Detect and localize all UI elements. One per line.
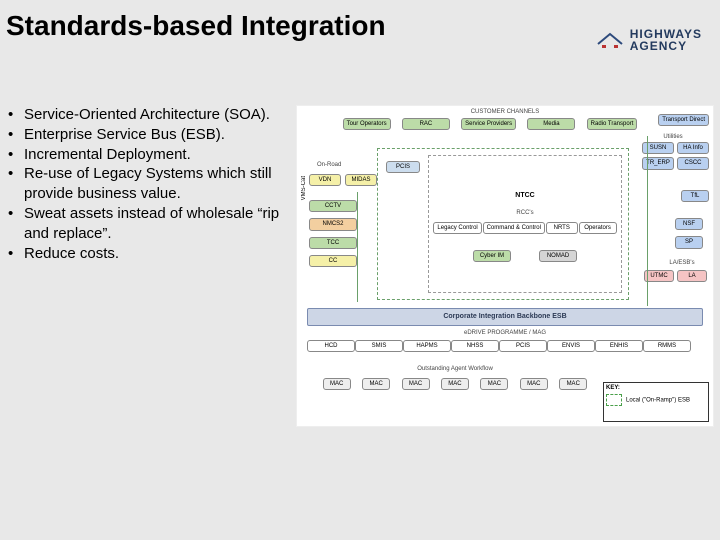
rcc-group: NTCC RCC's Legacy Control Command & Cont… xyxy=(428,155,622,293)
diagram-node: RMMS xyxy=(643,340,691,352)
diagram-node: MAC xyxy=(362,378,390,390)
diagram-node: Service Providers xyxy=(461,118,516,130)
lowest-label: Outstanding Agent Workflow xyxy=(297,366,613,372)
diagram-node: MAC xyxy=(323,378,351,390)
diagram-node: Radio Transport xyxy=(587,118,638,130)
diagram-node: RAC xyxy=(402,118,450,130)
diagram-node: LA xyxy=(677,270,707,282)
diagram-node: Operators xyxy=(579,222,617,234)
diagram-key: KEY: Local ("On-Ramp") ESB xyxy=(603,382,709,422)
dashed-box-icon xyxy=(606,394,622,406)
diagram-node: PCIS xyxy=(386,161,420,173)
logo-text: HIGHWAYS AGENCY xyxy=(630,28,702,52)
diagram-node: MAC xyxy=(402,378,430,390)
diagram-node: NOMAD xyxy=(539,250,577,262)
diagram-node: MAC xyxy=(520,378,548,390)
diagram-node: PCIS xyxy=(499,340,547,352)
diagram-node: Transport Direct xyxy=(658,114,709,126)
diagram-node: CC xyxy=(309,255,357,267)
connector-line xyxy=(647,136,648,306)
ntcc-group: PCIS NTCC RCC's Legacy Control Command &… xyxy=(377,148,629,300)
diagram-node: UTMC xyxy=(644,270,674,282)
ntcc-label: NTCC xyxy=(429,192,621,199)
connector-line xyxy=(357,192,358,302)
diagram-node: Media xyxy=(527,118,575,130)
list-item: Incremental Deployment. xyxy=(6,145,296,165)
list-item: Enterprise Service Bus (ESB). xyxy=(6,125,296,145)
agency-logo: HIGHWAYS AGENCY xyxy=(596,28,702,52)
list-item: Sweat assets instead of wholesale “rip a… xyxy=(6,204,296,244)
diagram-label: LA/ESB's xyxy=(657,260,707,266)
list-item: Service-Oriented Architecture (SOA). xyxy=(6,105,296,125)
rcc-label: RCC's xyxy=(429,210,621,216)
list-item: Re-use of Legacy Systems which still pro… xyxy=(6,164,296,204)
key-title: KEY: xyxy=(606,385,706,391)
lower-header: eDRIVE PROGRAMME / MAG xyxy=(297,330,713,336)
diagram-node: ENVIS xyxy=(547,340,595,352)
logo-icon xyxy=(596,30,624,50)
diagram-node: NMCS2 xyxy=(309,218,357,230)
architecture-diagram: CUSTOMER CHANNELS Tour Operators RAC Ser… xyxy=(296,105,714,427)
diagram-node: TfL xyxy=(681,190,709,202)
diagram-node: SMIS xyxy=(355,340,403,352)
diagram-node: CSCC xyxy=(677,157,709,169)
diagram-node: MAC xyxy=(441,378,469,390)
logo-line2: AGENCY xyxy=(630,39,687,53)
diagram-node: HCD xyxy=(307,340,355,352)
side-label: VMS-Cat xyxy=(301,176,307,200)
diagram-node: ENHIS xyxy=(595,340,643,352)
diagram-node: Legacy Control xyxy=(433,222,481,234)
diagram-header: CUSTOMER CHANNELS xyxy=(297,109,713,115)
diagram-node: Command & Control xyxy=(483,222,545,234)
diagram-node: SP xyxy=(675,236,703,248)
diagram-label: Utilities xyxy=(643,134,703,140)
diagram-node: MAC xyxy=(480,378,508,390)
diagram-node: MIDAS xyxy=(345,174,377,186)
diagram-node: NRTS xyxy=(546,222,578,234)
diagram-node: NHSS xyxy=(451,340,499,352)
diagram-node: CCTV xyxy=(309,200,357,212)
diagram-node: Cyber IM xyxy=(473,250,511,262)
esb-bar: Corporate Integration Backbone ESB xyxy=(307,308,703,326)
key-item: Local ("On-Ramp") ESB xyxy=(626,398,690,404)
left-col-label: On-Road xyxy=(317,162,341,168)
diagram-node: HAPMS xyxy=(403,340,451,352)
diagram-node: TCC xyxy=(309,237,357,249)
diagram-node: MAC xyxy=(559,378,587,390)
bullet-list: Service-Oriented Architecture (SOA). Ent… xyxy=(6,105,296,530)
list-item: Reduce costs. xyxy=(6,244,296,264)
slide-title: Standards-based Integration xyxy=(6,10,386,42)
diagram-node: NSF xyxy=(675,218,703,230)
diagram-node: VDN xyxy=(309,174,341,186)
diagram-node: Tour Operators xyxy=(343,118,391,130)
diagram-node: HA Info xyxy=(677,142,709,154)
